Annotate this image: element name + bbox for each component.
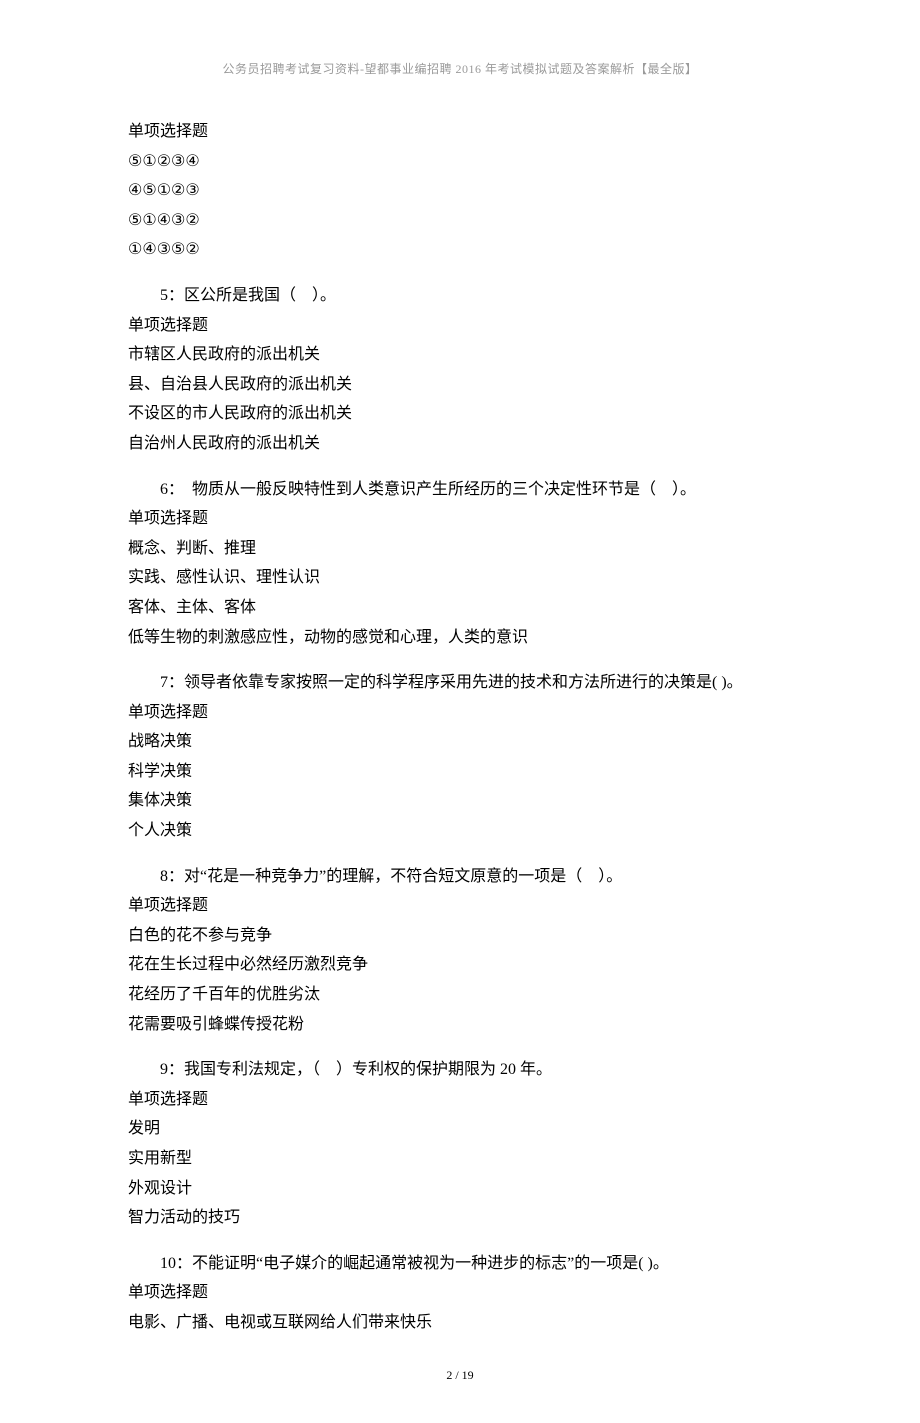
text-line: 单项选择题: [128, 1085, 792, 1115]
text-line: 7：领导者依靠专家按照一定的科学程序采用先进的技术和方法所进行的决策是( )。: [128, 668, 792, 698]
text-line: 智力活动的技巧: [128, 1203, 792, 1233]
question-block: 单项选择题⑤①②③④④⑤①②③⑤①④③②①④③⑤②: [128, 117, 792, 265]
text-line: 8：对“花是一种竞争力”的理解，不符合短文原意的一项是（ ）。: [128, 862, 792, 892]
text-line: 10：不能证明“电子媒介的崛起通常被视为一种进步的标志”的一项是( )。: [128, 1249, 792, 1279]
text-line: 战略决策: [128, 727, 792, 757]
text-line: 个人决策: [128, 816, 792, 846]
text-line: 单项选择题: [128, 117, 792, 147]
text-line: 电影、广播、电视或互联网给人们带来快乐: [128, 1308, 792, 1338]
text-line: 县、自治县人民政府的派出机关: [128, 370, 792, 400]
text-line: 概念、判断、推理: [128, 534, 792, 564]
text-line: 不设区的市人民政府的派出机关: [128, 399, 792, 429]
text-line: 客体、主体、客体: [128, 593, 792, 623]
question-block: 8：对“花是一种竞争力”的理解，不符合短文原意的一项是（ ）。单项选择题白色的花…: [128, 862, 792, 1040]
text-line: 实用新型: [128, 1144, 792, 1174]
text-line: ①④③⑤②: [128, 235, 792, 265]
text-line: 市辖区人民政府的派出机关: [128, 340, 792, 370]
question-block: 6： 物质从一般反映特性到人类意识产生所经历的三个决定性环节是（ ）。单项选择题…: [128, 475, 792, 653]
page-footer: 2 / 19: [128, 1368, 792, 1383]
text-line: 单项选择题: [128, 1278, 792, 1308]
document-page: 公务员招聘考试复习资料-望都事业编招聘 2016 年考试模拟试题及答案解析【最全…: [0, 0, 920, 1423]
text-line: ⑤①④③②: [128, 206, 792, 236]
text-line: 6： 物质从一般反映特性到人类意识产生所经历的三个决定性环节是（ ）。: [128, 475, 792, 505]
document-body: 单项选择题⑤①②③④④⑤①②③⑤①④③②①④③⑤②5：区公所是我国（ ）。单项选…: [128, 117, 792, 1338]
text-line: 低等生物的刺激感应性，动物的感觉和心理，人类的意识: [128, 623, 792, 653]
question-block: 7：领导者依靠专家按照一定的科学程序采用先进的技术和方法所进行的决策是( )。单…: [128, 668, 792, 846]
text-line: 集体决策: [128, 786, 792, 816]
text-line: 花需要吸引蜂蝶传授花粉: [128, 1010, 792, 1040]
text-line: 单项选择题: [128, 311, 792, 341]
text-line: 花在生长过程中必然经历激烈竞争: [128, 950, 792, 980]
text-line: 花经历了千百年的优胜劣汰: [128, 980, 792, 1010]
text-line: 单项选择题: [128, 891, 792, 921]
text-line: 9：我国专利法规定，（ ）专利权的保护期限为 20 年。: [128, 1055, 792, 1085]
question-block: 5：区公所是我国（ ）。单项选择题市辖区人民政府的派出机关县、自治县人民政府的派…: [128, 281, 792, 459]
question-block: 9：我国专利法规定，（ ）专利权的保护期限为 20 年。单项选择题发明实用新型外…: [128, 1055, 792, 1233]
text-line: 白色的花不参与竞争: [128, 921, 792, 951]
page-header: 公务员招聘考试复习资料-望都事业编招聘 2016 年考试模拟试题及答案解析【最全…: [128, 60, 792, 77]
text-line: 发明: [128, 1114, 792, 1144]
question-block: 10：不能证明“电子媒介的崛起通常被视为一种进步的标志”的一项是( )。单项选择…: [128, 1249, 792, 1338]
text-line: ④⑤①②③: [128, 176, 792, 206]
text-line: 单项选择题: [128, 504, 792, 534]
text-line: 单项选择题: [128, 698, 792, 728]
text-line: 自治州人民政府的派出机关: [128, 429, 792, 459]
text-line: 5：区公所是我国（ ）。: [128, 281, 792, 311]
text-line: 科学决策: [128, 757, 792, 787]
text-line: 实践、感性认识、理性认识: [128, 563, 792, 593]
text-line: 外观设计: [128, 1174, 792, 1204]
text-line: ⑤①②③④: [128, 147, 792, 177]
